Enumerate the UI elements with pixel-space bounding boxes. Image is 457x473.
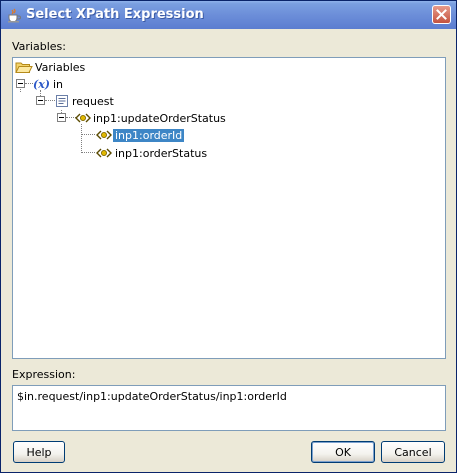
tree-connector (81, 152, 95, 153)
collapse-update-toggle[interactable] (57, 113, 66, 122)
expression-label: Expression: (12, 368, 76, 381)
collapse-request-toggle[interactable] (36, 96, 45, 105)
element-icon (75, 113, 91, 123)
collapse-in-toggle[interactable] (16, 79, 25, 88)
variables-label: Variables: (12, 40, 66, 53)
tree-label-update-order-status: inp1:updateOrderStatus (93, 111, 226, 125)
close-icon (436, 9, 447, 20)
element-icon (96, 148, 112, 158)
tree-label-order-id: inp1:orderId (113, 128, 185, 142)
ok-button[interactable]: OK (311, 441, 375, 463)
svg-text:(x): (x) (33, 78, 50, 91)
tree-node-order-id[interactable]: inp1:orderId (96, 127, 185, 143)
expression-text: $in.request/inp1:updateOrderStatus/inp1:… (17, 390, 287, 403)
tree-node-order-status[interactable]: inp1:orderStatus (96, 145, 207, 161)
ok-button-label: OK (335, 445, 351, 459)
help-button[interactable]: Help (13, 441, 65, 463)
tree-label-order-status: inp1:orderStatus (115, 146, 208, 160)
variable-icon: (x) (33, 78, 50, 91)
tree-connector (25, 83, 33, 84)
cancel-button-label: Cancel (394, 445, 432, 459)
tree-node-in[interactable]: (x) in (33, 76, 63, 92)
tree-node-request[interactable]: request (55, 93, 114, 109)
help-button-label: Help (26, 445, 52, 459)
variables-tree[interactable]: Variables (x) in request inp1:updateOrde… (12, 57, 446, 359)
tree-label-variables: Variables (35, 60, 86, 74)
tree-connector (81, 124, 82, 153)
java-cup-icon (8, 8, 21, 23)
close-button[interactable] (432, 5, 451, 24)
message-icon (56, 95, 68, 107)
folder-open-icon (15, 62, 33, 73)
title-bar[interactable]: Select XPath Expression (1, 1, 456, 29)
tree-label-request: request (72, 94, 114, 108)
tree-node-variables[interactable]: Variables (15, 59, 85, 75)
window-title: Select XPath Expression (26, 7, 204, 22)
element-icon (96, 130, 112, 140)
tree-label-in: in (53, 77, 64, 91)
tree-connector (45, 100, 55, 101)
xpath-dialog: Select XPath Expression Variables: Varia… (0, 0, 457, 473)
tree-node-update-order-status[interactable]: inp1:updateOrderStatus (75, 110, 226, 126)
tree-connector (81, 134, 95, 135)
expression-field[interactable]: $in.request/inp1:updateOrderStatus/inp1:… (12, 385, 446, 431)
cancel-button[interactable]: Cancel (381, 441, 445, 463)
